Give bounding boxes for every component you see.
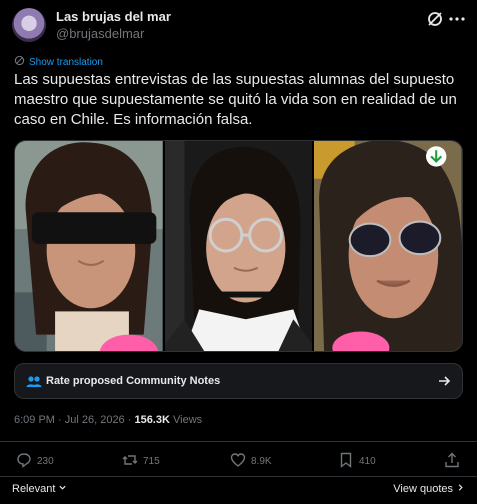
divider — [0, 476, 477, 477]
replies-bar: Relevant View quotes — [0, 478, 477, 504]
show-translation-label: Show translation — [29, 56, 103, 68]
tweet-media[interactable] — [14, 140, 463, 352]
sort-label: Relevant — [12, 483, 56, 495]
rate-community-notes-button[interactable]: Rate proposed Community Notes — [14, 363, 463, 399]
like-count: 8.9K — [251, 456, 272, 467]
more-icon[interactable] — [447, 9, 467, 29]
view-quotes-label: View quotes — [393, 483, 453, 495]
bookmark-icon — [338, 452, 354, 471]
views-label: Views — [173, 414, 203, 426]
repost-icon — [122, 452, 138, 471]
like-button[interactable]: 8.9K — [230, 452, 272, 471]
views-count: 156.3K — [134, 414, 170, 426]
media-photo-2[interactable] — [164, 141, 313, 351]
reply-button[interactable]: 230 — [16, 452, 54, 471]
tweet-text: Las supuestas entrevistas de las supuest… — [14, 71, 457, 128]
translate-icon — [14, 55, 25, 69]
tweet-actions: 230 715 8.9K 410 — [0, 448, 477, 474]
repost-button[interactable]: 715 — [122, 452, 160, 471]
avatar[interactable] — [12, 8, 46, 42]
grok-icon[interactable] — [425, 9, 445, 29]
divider — [0, 441, 477, 442]
like-icon — [230, 452, 246, 471]
reply-icon — [16, 452, 32, 471]
chevron-down-icon — [58, 483, 67, 495]
rate-community-notes-label: Rate proposed Community Notes — [46, 375, 221, 387]
author-handle[interactable]: @brujasdelmar — [56, 26, 144, 41]
author-name[interactable]: Las brujas del mar — [56, 9, 171, 24]
reply-count: 230 — [37, 456, 54, 467]
view-quotes-link[interactable]: View quotes — [393, 483, 465, 495]
media-photo-3[interactable] — [314, 141, 462, 351]
share-icon — [444, 452, 460, 471]
show-translation-link[interactable]: Show translation — [14, 55, 103, 69]
tweet-header: Las brujas del mar @brujasdelmar — [12, 8, 467, 44]
share-button[interactable] — [444, 452, 460, 471]
tweet-timestamp[interactable]: 6:09 PM · Jul 26, 2026 · — [14, 414, 134, 426]
bookmark-button[interactable]: 410 — [338, 452, 376, 471]
tweet-meta: 6:09 PM · Jul 26, 2026 · 156.3K Views — [14, 414, 202, 426]
chevron-right-icon — [456, 483, 465, 495]
community-notes-icon — [25, 373, 43, 391]
media-photo-1[interactable] — [15, 141, 163, 351]
arrow-right-icon — [436, 373, 452, 389]
sort-dropdown[interactable]: Relevant — [12, 483, 67, 495]
repost-count: 715 — [143, 456, 160, 467]
bookmark-count: 410 — [359, 456, 376, 467]
